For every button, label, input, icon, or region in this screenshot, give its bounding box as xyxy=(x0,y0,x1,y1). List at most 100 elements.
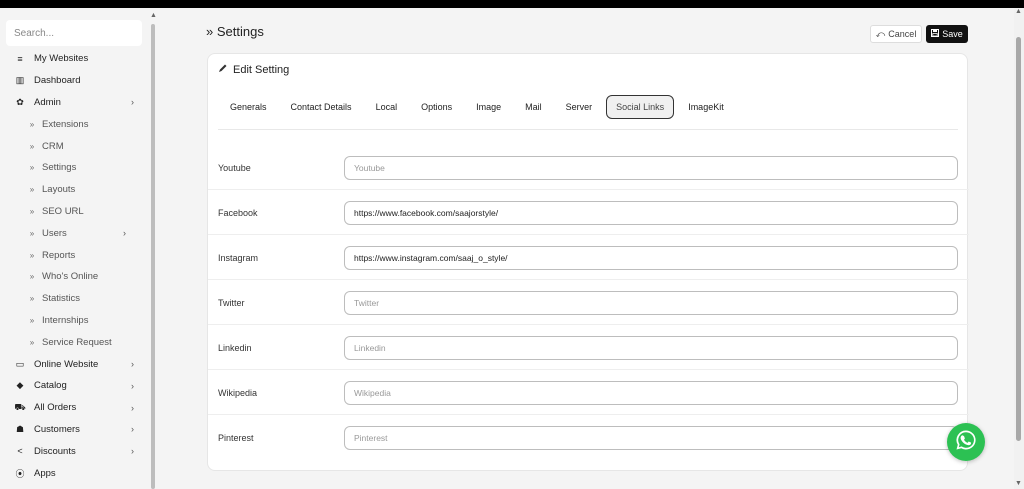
double-chevron-icon: » xyxy=(29,250,35,260)
sidebar-item-discounts[interactable]: < Discounts › xyxy=(0,440,148,462)
sidebar-item-label: Extensions xyxy=(42,118,89,130)
double-chevron-icon: » xyxy=(29,228,35,238)
sidebar-item-apps[interactable]: ⦿ Apps xyxy=(0,462,148,484)
chevron-right-icon: › xyxy=(123,228,126,239)
chevron-right-icon: › xyxy=(131,97,134,108)
tab-imagekit[interactable]: ImageKit xyxy=(676,95,736,119)
tab-contact-details[interactable]: Contact Details xyxy=(279,95,364,119)
sidebar-item-customers[interactable]: ☗ Customers › xyxy=(0,419,148,441)
linkedin-input[interactable] xyxy=(344,336,958,360)
apps-icon: ⦿ xyxy=(15,468,25,479)
field-label: Instagram xyxy=(218,252,259,263)
sidebar-item-label: Statistics xyxy=(42,293,81,305)
main-scrollbar[interactable]: ▲ ▼ xyxy=(1014,8,1024,489)
sidebar-item-label: Online Website xyxy=(34,358,99,370)
sidebar-item-label: CRM xyxy=(42,140,64,152)
undo-icon: ⤺ xyxy=(875,28,886,39)
form-row-pinterest: Pinterest xyxy=(208,415,969,460)
tab-mail[interactable]: Mail xyxy=(513,95,554,119)
sidebar-item-crm[interactable]: » CRM xyxy=(0,135,148,157)
double-chevron-icon: » xyxy=(29,315,35,325)
floppy-disk-icon xyxy=(931,29,940,39)
sidebar-item-seo-url[interactable]: » SEO URL xyxy=(0,201,148,223)
twitter-input[interactable] xyxy=(344,291,958,315)
cart-icon: ⛟ xyxy=(14,401,26,412)
scroll-up-icon[interactable]: ▲ xyxy=(1015,8,1022,15)
card-title: Edit Setting xyxy=(218,63,289,76)
sidebar-item-admin[interactable]: ✿ Admin › xyxy=(0,92,148,114)
whatsapp-button[interactable] xyxy=(947,423,985,461)
sidebar-item-extensions[interactable]: » Extensions xyxy=(0,113,148,135)
wikipedia-input[interactable] xyxy=(344,381,958,405)
cancel-button[interactable]: ⤺ Cancel xyxy=(870,25,922,43)
double-chevron-icon: » xyxy=(29,206,35,216)
tab-generals[interactable]: Generals xyxy=(218,95,279,119)
double-chevron-icon: » xyxy=(29,337,35,347)
tab-image[interactable]: Image xyxy=(464,95,513,119)
save-button[interactable]: Save xyxy=(926,25,968,43)
chevron-right-icon: › xyxy=(131,380,134,391)
field-label: Twitter xyxy=(218,297,245,308)
double-chevron-icon: » xyxy=(29,141,35,151)
user-icon: ☗ xyxy=(15,423,25,434)
field-label: Pinterest xyxy=(218,432,254,443)
scroll-up-icon[interactable]: ▲ xyxy=(150,12,157,19)
scroll-down-icon[interactable]: ▼ xyxy=(1015,480,1022,487)
pinterest-input[interactable] xyxy=(344,426,958,450)
tab-options[interactable]: Options xyxy=(409,95,464,119)
sidebar-item-reports[interactable]: » Reports xyxy=(0,244,148,266)
sidebar-item-all-orders[interactable]: ⛟ All Orders › xyxy=(0,397,148,419)
chevron-right-icon: › xyxy=(131,359,134,370)
sidebar-item-catalog[interactable]: ◆ Catalog › xyxy=(0,375,148,397)
search-input[interactable]: Search... xyxy=(6,20,142,46)
share-icon: < xyxy=(17,446,23,457)
double-chevron-icon: » xyxy=(29,163,35,173)
form-row-linkedin: Linkedin xyxy=(208,325,969,370)
youtube-input[interactable] xyxy=(344,156,958,180)
sidebar-item-label: My Websites xyxy=(34,53,89,65)
tag-icon: ◆ xyxy=(16,380,24,391)
sidebar-item-label: Admin xyxy=(34,96,61,108)
double-chevron-icon: » xyxy=(29,185,35,195)
sidebar: Search... ≡ My Websites ▥ Dashboard ✿ Admin ›»… xyxy=(0,8,148,489)
pencil-icon xyxy=(218,63,228,76)
sidebar-item-who-s-online[interactable]: » Who's Online xyxy=(0,266,148,288)
settings-tabs: Generals Contact Details Local Options Image… xyxy=(218,95,736,119)
main-scroll-thumb[interactable] xyxy=(1016,37,1021,441)
double-chevron-icon: » xyxy=(29,294,35,304)
field-label: Wikipedia xyxy=(218,387,258,398)
sidebar-item-internships[interactable]: » Internships xyxy=(0,310,148,332)
cancel-label: Cancel xyxy=(888,29,917,39)
sidebar-scroll-thumb[interactable] xyxy=(151,24,155,489)
field-label: Youtube xyxy=(218,162,251,173)
instagram-input[interactable] xyxy=(344,246,958,270)
sidebar-item-dashboard[interactable]: ▥ Dashboard xyxy=(0,70,148,92)
tabs-divider xyxy=(218,129,958,130)
sidebar-item-label: Customers xyxy=(34,423,80,435)
form-row-facebook: Facebook xyxy=(208,190,969,235)
list-icon: ≡ xyxy=(17,53,23,64)
field-label: Linkedin xyxy=(218,342,252,353)
sidebar-item-label: All Orders xyxy=(34,402,77,414)
save-label: Save xyxy=(942,29,963,39)
tab-local[interactable]: Local xyxy=(364,95,410,119)
tab-social-links[interactable]: Social Links xyxy=(606,95,675,119)
tab-server[interactable]: Server xyxy=(554,95,605,119)
sidebar-item-layouts[interactable]: » Layouts xyxy=(0,179,148,201)
sidebar-item-my-websites[interactable]: ≡ My Websites xyxy=(0,48,148,70)
facebook-input[interactable] xyxy=(344,201,958,225)
chevron-right-icon: › xyxy=(131,446,134,457)
top-bar xyxy=(0,0,1024,8)
form-row-twitter: Twitter xyxy=(208,280,969,325)
field-label: Facebook xyxy=(218,207,258,218)
sidebar-item-users[interactable]: » Users › xyxy=(0,222,148,244)
sidebar-item-online-website[interactable]: ▭ Online Website › xyxy=(0,353,148,375)
chevron-right-icon: › xyxy=(131,424,134,435)
sidebar-item-label: Reports xyxy=(42,249,76,261)
credit-card-icon: ▭ xyxy=(15,358,25,369)
sidebar-item-statistics[interactable]: » Statistics xyxy=(0,288,148,310)
sidebar-item-label: Service Request xyxy=(42,336,112,348)
sidebar-item-service-request[interactable]: » Service Request xyxy=(0,331,148,353)
sidebar-item-settings[interactable]: » Settings xyxy=(0,157,148,179)
sidebar-scrollbar[interactable]: ▲ xyxy=(150,10,157,489)
